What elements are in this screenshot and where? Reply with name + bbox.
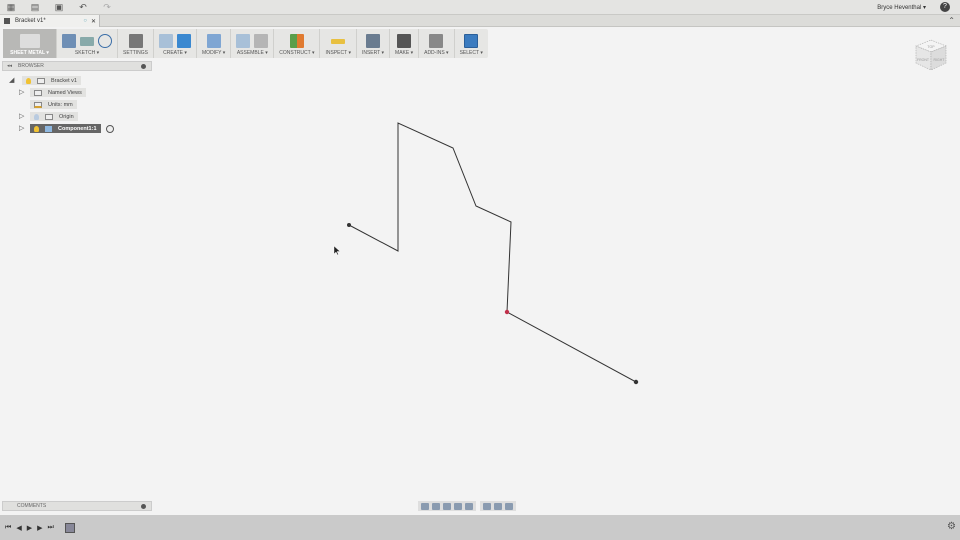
look-at-icon[interactable] [432, 502, 440, 510]
timeline: ⏮ ◀ ▶ ▶ ⏭ ⚙ [0, 515, 960, 540]
display-settings-icon[interactable] [483, 502, 491, 510]
sketch-endpoint[interactable] [347, 223, 351, 227]
sketch-profile[interactable] [348, 122, 637, 383]
fit-icon[interactable] [465, 502, 473, 510]
comments-panel-header[interactable]: COMMENTS [2, 501, 152, 511]
step-back-icon[interactable]: ◀ [16, 524, 21, 532]
navigation-bar [418, 501, 516, 511]
timeline-sketch-feature-icon[interactable] [64, 522, 75, 533]
selected-point[interactable] [504, 309, 510, 315]
viewcube-right[interactable]: RIGHT [934, 58, 946, 62]
play-icon[interactable]: ▶ [27, 524, 32, 532]
pan-icon[interactable] [443, 502, 451, 510]
zoom-icon[interactable] [454, 502, 462, 510]
orbit-icon[interactable] [421, 502, 429, 510]
timeline-settings-icon[interactable]: ⚙ [947, 521, 956, 532]
viewports-icon[interactable] [505, 502, 513, 510]
go-to-start-icon[interactable]: ⏮ [5, 524, 11, 532]
step-forward-icon[interactable]: ▶ [37, 524, 42, 532]
view-cube[interactable]: TOP FRONT RIGHT [914, 38, 948, 72]
comments-title: COMMENTS [17, 503, 47, 509]
grid-settings-icon[interactable] [494, 502, 502, 510]
mouse-cursor-icon [333, 245, 341, 256]
viewcube-top[interactable]: TOP [927, 45, 935, 49]
design-canvas[interactable] [0, 0, 960, 540]
pin-icon[interactable] [141, 504, 146, 509]
sketch-endpoint[interactable] [633, 379, 639, 385]
go-to-end-icon[interactable]: ⏭ [47, 524, 53, 532]
viewcube-front[interactable]: FRONT [917, 58, 930, 62]
